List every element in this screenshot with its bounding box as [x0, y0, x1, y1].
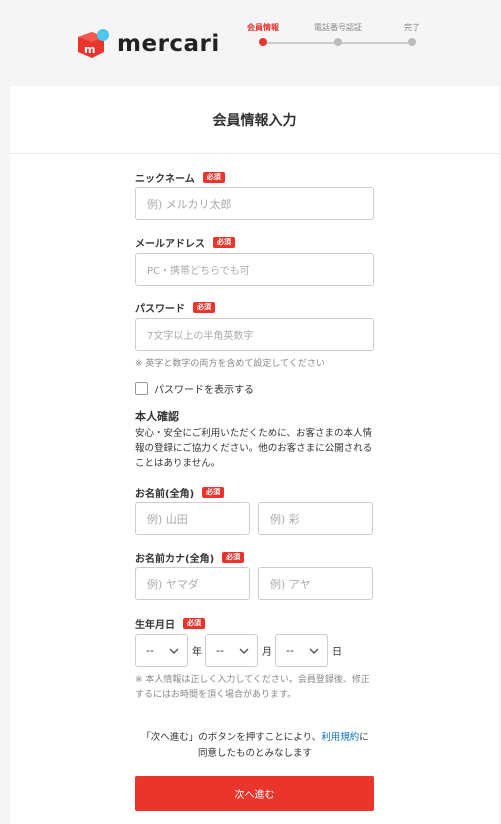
step-phone-verification: 電話番号認証 [308, 22, 368, 46]
last-name-placeholder: 例) 山田 [147, 512, 188, 526]
identity-section-title: 本人確認 [135, 410, 179, 423]
last-name-input[interactable]: 例) 山田 [135, 502, 250, 535]
page-title: 会員情報入力 [10, 86, 499, 154]
logo-letter: m [84, 43, 95, 56]
terms-post-text: に [359, 732, 369, 743]
first-name-placeholder: 例) 彩 [270, 512, 300, 526]
name-kana-label: お名前カナ(全角) 必須 [135, 550, 245, 565]
next-button[interactable]: 次へ進む [135, 776, 374, 811]
chevron-down-icon [169, 648, 179, 654]
step-dot [259, 38, 267, 46]
terms-pre-text: 「次へ進む」のボタンを押すことにより、 [141, 732, 322, 743]
nickname-label-text: ニックネーム [135, 174, 195, 185]
terms-line-2: 同意したものとみなします [197, 748, 312, 759]
password-label-text: パスワード [135, 304, 185, 315]
nickname-label: ニックネーム 必須 [135, 170, 225, 185]
required-badge: 必須 [213, 237, 235, 248]
birth-month-select[interactable]: -- [205, 634, 258, 667]
birth-day-value: -- [286, 644, 294, 657]
step-dot [408, 38, 416, 46]
step-label: 会員情報 [247, 23, 279, 32]
mercari-box-icon: m [76, 28, 112, 60]
chevron-down-icon [239, 648, 249, 654]
step-complete: 完了 [382, 22, 442, 46]
first-name-input[interactable]: 例) 彩 [258, 502, 373, 535]
email-label-text: メールアドレス [135, 239, 205, 250]
checkbox-box[interactable] [135, 382, 148, 395]
chevron-down-icon [309, 648, 319, 654]
password-label: パスワード 必須 [135, 300, 215, 315]
header: m mercari 会員情報 電話番号認証 完了 [0, 0, 501, 86]
password-note: ※ 英字と数字の両方を含めて設定してください [135, 359, 325, 369]
terms-line-1: 「次へ進む」のボタンを押すことにより、利用規約に [130, 730, 380, 746]
brand-name: mercari [117, 30, 220, 57]
birthday-label: 生年月日 必須 [135, 616, 205, 631]
birthday-label-text: 生年月日 [135, 620, 175, 631]
email-label: メールアドレス 必須 [135, 235, 235, 250]
year-unit: 年 [192, 647, 202, 658]
birth-day-select[interactable]: -- [275, 634, 328, 667]
email-placeholder: PC・携帯どちらでも可 [147, 266, 250, 277]
required-badge: 必須 [183, 618, 205, 629]
name-kana-label-text: お名前カナ(全角) [135, 554, 215, 565]
month-unit: 月 [262, 647, 272, 658]
name-label-text: お名前(全角) [135, 489, 195, 500]
step-label: 完了 [404, 23, 420, 32]
identity-section-description: 安心・安全にご利用いただくために、お客さまの本人情報の登録にご協力ください。他の… [135, 428, 373, 469]
email-input[interactable]: PC・携帯どちらでも可 [135, 253, 374, 286]
terms-link[interactable]: 利用規約 [321, 732, 359, 743]
last-name-kana-input[interactable]: 例) ヤマダ [135, 567, 250, 600]
birth-year-value: -- [146, 644, 154, 657]
first-name-kana-placeholder: 例) アヤ [270, 577, 311, 591]
last-name-kana-placeholder: 例) ヤマダ [147, 577, 199, 591]
nickname-placeholder: 例) メルカリ太郎 [147, 197, 232, 211]
nickname-input[interactable]: 例) メルカリ太郎 [135, 187, 374, 220]
registration-card: 会員情報入力 ニックネーム 必須 例) メルカリ太郎 メールアドレス 必須 PC… [10, 86, 499, 824]
first-name-kana-input[interactable]: 例) アヤ [258, 567, 373, 600]
password-placeholder: 7文字以上の半角英数字 [147, 331, 254, 342]
required-badge: 必須 [222, 552, 245, 563]
required-badge: 必須 [202, 487, 225, 498]
day-unit: 日 [332, 647, 342, 658]
show-password-label[interactable]: パスワードを表示する [154, 381, 254, 396]
step-dot [334, 38, 342, 46]
step-member-info: 会員情報 [233, 22, 293, 46]
birthday-note: ※ 本人情報は正しく入力してください。会員登録後、修正するにはお時間を頂く場合が… [135, 675, 370, 700]
name-label: お名前(全角) 必須 [135, 485, 225, 500]
progress-steps: 会員情報 電話番号認証 完了 [244, 22, 424, 52]
required-badge: 必須 [193, 302, 215, 313]
password-input[interactable]: 7文字以上の半角英数字 [135, 318, 374, 351]
terms-agreement: 「次へ進む」のボタンを押すことにより、利用規約に 同意したものとみなします [130, 730, 380, 762]
required-badge: 必須 [202, 172, 225, 183]
show-password-checkbox[interactable]: パスワードを表示する [135, 381, 254, 396]
mercari-logo[interactable]: m mercari [76, 28, 220, 60]
birth-year-select[interactable]: -- [135, 634, 188, 667]
birth-month-value: -- [216, 644, 224, 657]
step-label: 電話番号認証 [314, 23, 362, 32]
